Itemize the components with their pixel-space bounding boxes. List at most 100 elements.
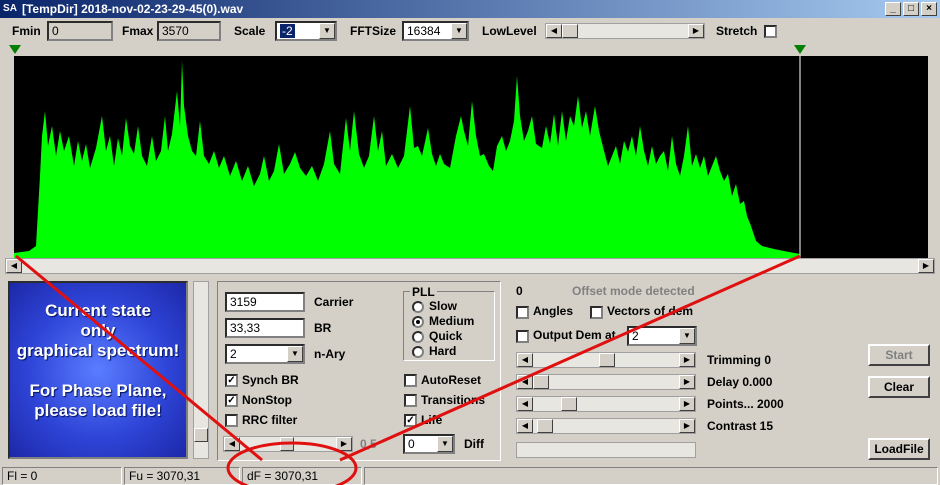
stretch-label: Stretch bbox=[716, 24, 758, 38]
arrow-left-icon[interactable]: ◀ bbox=[517, 419, 533, 433]
fmax-label: Fmax bbox=[122, 24, 154, 38]
life-checkbox[interactable]: ✓ bbox=[404, 414, 417, 427]
pll-slow-label: Slow bbox=[429, 299, 458, 313]
arrow-right-icon[interactable]: ▶ bbox=[688, 24, 704, 38]
contrast-slider[interactable]: ◀ ▶ bbox=[516, 418, 696, 434]
slider-thumb[interactable] bbox=[280, 437, 294, 451]
arrow-left-icon[interactable]: ◀ bbox=[517, 375, 533, 389]
start-button[interactable]: Start bbox=[868, 344, 930, 366]
nary-select[interactable]: 2 ▼ bbox=[225, 344, 305, 364]
status-df: dF = 3070,31 bbox=[242, 467, 362, 485]
left-marker-icon[interactable] bbox=[9, 45, 21, 55]
carrier-field[interactable]: 3159 bbox=[225, 292, 305, 312]
life-label: Life bbox=[421, 413, 443, 427]
diff-select[interactable]: 0 ▼ bbox=[403, 434, 455, 454]
minimize-button[interactable]: _ bbox=[885, 2, 901, 16]
fmax-field[interactable]: 3570 bbox=[157, 21, 221, 41]
chevron-down-icon: ▼ bbox=[437, 436, 453, 452]
angles-checkbox[interactable] bbox=[516, 306, 529, 319]
slider-thumb[interactable] bbox=[562, 24, 578, 38]
chevron-down-icon: ▼ bbox=[451, 23, 467, 39]
diff-label: Diff bbox=[464, 437, 484, 451]
slider-thumb[interactable] bbox=[561, 397, 577, 411]
autoreset-checkbox[interactable] bbox=[404, 374, 417, 387]
diff-value: 0 bbox=[408, 437, 415, 451]
slider-thumb[interactable] bbox=[533, 375, 549, 389]
spectrum-scrollbar[interactable]: ◀ ▶ bbox=[5, 258, 935, 274]
app-icon: SA bbox=[3, 3, 17, 14]
output-dem-checkbox[interactable] bbox=[516, 330, 529, 343]
info-line-4: For Phase Plane, bbox=[29, 381, 167, 400]
arrow-left-icon[interactable]: ◀ bbox=[224, 437, 240, 451]
slider-thumb[interactable] bbox=[537, 419, 553, 433]
arrow-left-icon[interactable]: ◀ bbox=[546, 24, 562, 38]
output-dem-select[interactable]: 2 ▼ bbox=[627, 326, 697, 346]
delay-label: Delay 0.000 bbox=[707, 375, 773, 389]
rrc-filter-checkbox[interactable] bbox=[225, 414, 238, 427]
info-vertical-scrollbar[interactable] bbox=[193, 281, 209, 459]
fmin-field[interactable]: 0 bbox=[47, 21, 113, 41]
trimming-slider[interactable]: ◀ ▶ bbox=[516, 352, 696, 368]
vectors-label: Vectors of dem bbox=[607, 304, 694, 318]
loadfile-button[interactable]: LoadFile bbox=[868, 438, 930, 460]
pll-hard-radio[interactable] bbox=[412, 346, 424, 358]
lowlevel-slider[interactable]: ◀ ▶ bbox=[545, 23, 705, 39]
spectrum-trace bbox=[14, 61, 800, 258]
br-label: BR bbox=[314, 321, 332, 335]
chevron-down-icon: ▼ bbox=[319, 23, 335, 39]
info-line-1: Current state bbox=[45, 301, 151, 320]
close-button[interactable]: × bbox=[921, 2, 937, 16]
arrow-right-icon[interactable]: ▶ bbox=[679, 419, 695, 433]
pll-medium-radio[interactable] bbox=[412, 316, 424, 328]
transitions-label: Transitions bbox=[421, 393, 486, 407]
right-marker-icon[interactable] bbox=[794, 45, 806, 55]
status-fu: Fu = 3070,31 bbox=[124, 467, 240, 485]
points-slider[interactable]: ◀ ▶ bbox=[516, 396, 696, 412]
pll-quick-radio[interactable] bbox=[412, 331, 424, 343]
stretch-checkbox[interactable] bbox=[764, 25, 777, 38]
arrow-right-icon[interactable]: ▶ bbox=[679, 353, 695, 367]
title-bar: SA [TempDir] 2018-nov-02-23-29-45(0).wav bbox=[0, 0, 940, 18]
clear-button[interactable]: Clear bbox=[868, 376, 930, 398]
scroll-thumb[interactable] bbox=[194, 428, 208, 442]
arrow-right-icon[interactable]: ▶ bbox=[679, 375, 695, 389]
arrow-right-icon[interactable]: ▶ bbox=[336, 437, 352, 451]
chevron-down-icon: ▼ bbox=[679, 328, 695, 344]
points-label: Points... 2000 bbox=[707, 397, 784, 411]
arrow-left-icon[interactable]: ◀ bbox=[517, 397, 533, 411]
lowlevel-label: LowLevel bbox=[482, 24, 537, 38]
delay-slider[interactable]: ◀ ▶ bbox=[516, 374, 696, 390]
arrow-right-icon[interactable]: ▶ bbox=[918, 259, 934, 273]
fftsize-label: FFTSize bbox=[350, 24, 397, 38]
nonstop-label: NonStop bbox=[242, 393, 292, 407]
autoreset-label: AutoReset bbox=[421, 373, 482, 387]
synch-br-checkbox[interactable]: ✓ bbox=[225, 374, 238, 387]
fftsize-select[interactable]: 16384 ▼ bbox=[402, 21, 469, 41]
carrier-label: Carrier bbox=[314, 295, 354, 309]
scale-label: Scale bbox=[234, 24, 266, 38]
info-line-5: please load file! bbox=[34, 401, 162, 420]
vectors-checkbox[interactable] bbox=[590, 306, 603, 319]
nary-value: 2 bbox=[230, 347, 237, 361]
counter-value: 0 bbox=[516, 284, 523, 298]
progress-bar bbox=[516, 442, 696, 458]
arrow-left-icon[interactable]: ◀ bbox=[6, 259, 22, 273]
status-fl: Fl = 0 bbox=[2, 467, 122, 485]
scale-select[interactable]: -2 ▼ bbox=[275, 21, 337, 41]
synch-br-label: Synch BR bbox=[242, 373, 299, 387]
pll-medium-label: Medium bbox=[429, 314, 475, 328]
rrc-slider[interactable]: ◀ ▶ bbox=[223, 436, 353, 452]
pll-slow-radio[interactable] bbox=[412, 301, 424, 313]
transitions-checkbox[interactable] bbox=[404, 394, 417, 407]
arrow-left-icon[interactable]: ◀ bbox=[517, 353, 533, 367]
nonstop-checkbox[interactable]: ✓ bbox=[225, 394, 238, 407]
spectrum-display[interactable] bbox=[14, 56, 928, 258]
info-panel: Current state only graphical spectrum! F… bbox=[8, 281, 188, 459]
slider-thumb[interactable] bbox=[599, 353, 615, 367]
chevron-down-icon: ▼ bbox=[287, 346, 303, 362]
arrow-right-icon[interactable]: ▶ bbox=[679, 397, 695, 411]
trimming-label: Trimming 0 bbox=[707, 353, 772, 367]
maximize-button[interactable]: □ bbox=[903, 2, 919, 16]
contrast-label: Contrast 15 bbox=[707, 419, 774, 433]
br-field[interactable]: 33,33 bbox=[225, 318, 305, 338]
